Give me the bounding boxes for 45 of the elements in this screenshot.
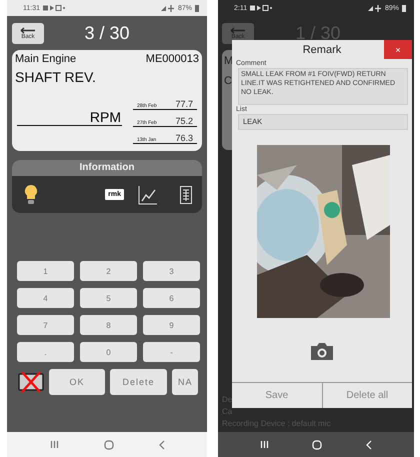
signal-icons [368, 4, 382, 12]
delete-all-button[interactable]: Delete all [322, 383, 412, 408]
history-value: 75.2 [175, 116, 193, 126]
equipment-group: Main Engine [15, 53, 76, 65]
key-button[interactable]: - [143, 342, 200, 362]
key-button[interactable]: 4 [17, 288, 74, 308]
lightbulb-icon[interactable] [24, 184, 38, 206]
battery-icon [195, 4, 199, 12]
key-button[interactable]: . [17, 342, 74, 362]
key-button[interactable]: 9 [143, 315, 200, 335]
card-text: C [224, 75, 233, 87]
line-chart-icon[interactable] [138, 184, 158, 204]
spreadsheet-icon[interactable] [180, 186, 192, 204]
delete-button[interactable]: Delete [110, 369, 167, 395]
notification-icons [250, 5, 272, 11]
item-name: SHAFT REV. [15, 69, 97, 85]
unit-label: RPM [17, 109, 122, 126]
key-button[interactable]: 0 [80, 342, 137, 362]
key-button[interactable]: 1 [17, 261, 74, 281]
history-value: 77.7 [175, 99, 193, 109]
dialog-title: Remark [302, 44, 342, 56]
ok-button[interactable]: OK [49, 369, 105, 395]
item-code: ME000013 [146, 53, 199, 65]
key-button[interactable]: 8 [80, 315, 137, 335]
battery-icon [402, 4, 406, 12]
page-counter: 3 / 30 [83, 22, 131, 44]
home-icon[interactable] [104, 440, 114, 450]
notification-icons [43, 5, 65, 11]
na-button[interactable]: NA [172, 369, 198, 395]
history-value: 76.3 [175, 133, 193, 143]
arrow-left-icon [20, 26, 36, 34]
key-button[interactable]: 7 [17, 315, 74, 335]
key-button[interactable]: 6 [143, 288, 200, 308]
back-icon[interactable] [158, 440, 164, 450]
information-header: Information [12, 160, 202, 176]
camera-icon[interactable] [309, 341, 335, 361]
key-button[interactable]: 3 [143, 261, 200, 281]
close-button[interactable]: × [384, 40, 412, 59]
arrow-left-icon [230, 26, 246, 34]
save-button[interactable]: Save [232, 383, 322, 408]
recent-apps-icon[interactable] [50, 440, 58, 449]
key-button[interactable]: 2 [80, 261, 137, 281]
signal-icons [160, 4, 175, 12]
key-button[interactable]: 5 [80, 288, 137, 308]
no-value-checkbox[interactable] [18, 370, 44, 394]
